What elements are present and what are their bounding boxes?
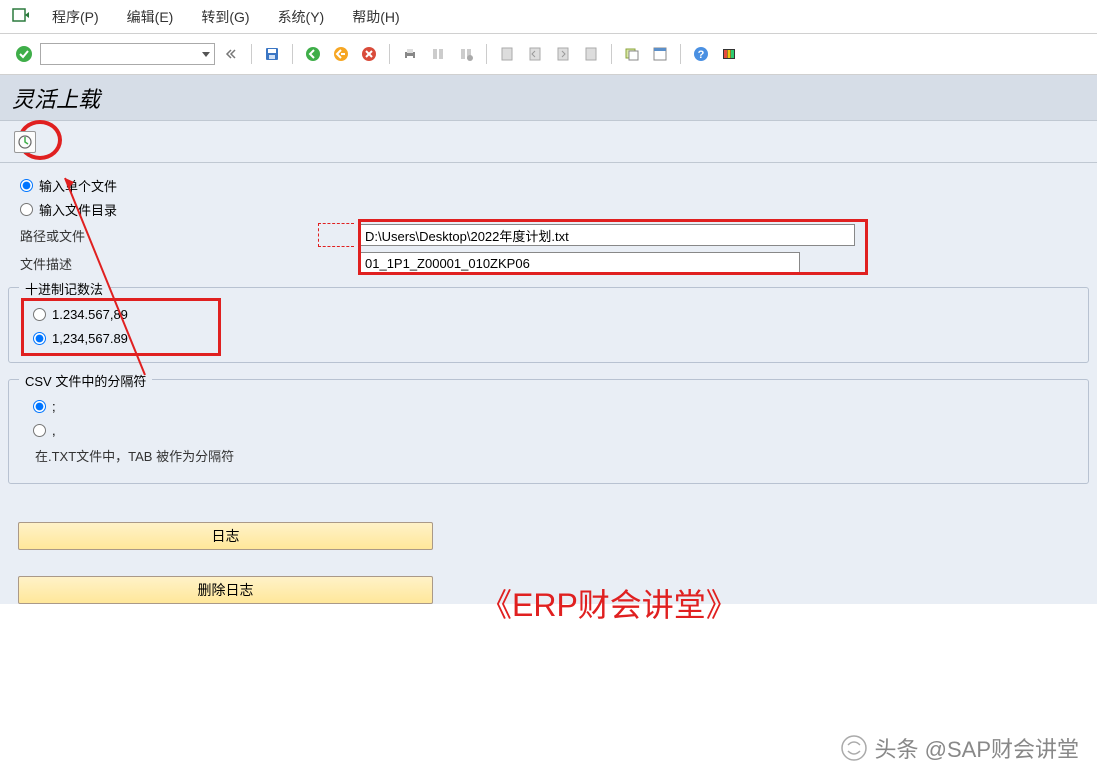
command-field[interactable] (40, 43, 215, 65)
menu-goto[interactable]: 转到(G) (187, 3, 263, 31)
first-page-icon[interactable] (495, 42, 519, 66)
radio-single-file[interactable]: 输入单个文件 (0, 173, 1097, 197)
decimal-group: 十进制记数法 1.234.567,89 1,234,567.89 (8, 287, 1089, 363)
csv-group: CSV 文件中的分隔符 ; , 在.TXT文件中，TAB 被作为分隔符 (8, 379, 1089, 484)
log-button[interactable]: 日志 (18, 522, 433, 550)
radio-directory[interactable]: 输入文件目录 (0, 197, 1097, 221)
exit-icon[interactable] (329, 42, 353, 66)
csv-opt-semicolon[interactable]: ; (23, 394, 1074, 418)
execute-button[interactable] (14, 131, 36, 153)
content-area: 灵活上载 输入单个文件 输入文件目录 路径或文件 文件描述 十 (0, 75, 1097, 604)
csv-info-text: 在.TXT文件中，TAB 被作为分隔符 (23, 442, 1074, 465)
radio-single-file-label: 输入单个文件 (39, 176, 117, 195)
radio-directory-label: 输入文件目录 (39, 200, 117, 219)
radio-single-file-input[interactable] (20, 179, 33, 192)
delete-log-button[interactable]: 删除日志 (18, 576, 433, 604)
path-label: 路径或文件 (20, 226, 360, 245)
new-session-icon[interactable] (620, 42, 644, 66)
menu-bar: 程序(P) 编辑(E) 转到(G) 系统(Y) 帮助(H) (0, 0, 1097, 34)
decimal-opt1[interactable]: 1.234.567,89 (23, 302, 1074, 326)
settings-icon[interactable] (717, 42, 741, 66)
desc-label: 文件描述 (20, 254, 360, 273)
decimal-opt2-input[interactable] (33, 332, 46, 345)
help-icon[interactable]: ? (689, 42, 713, 66)
csv-opt-semicolon-label: ; (52, 399, 56, 414)
radio-directory-input[interactable] (20, 203, 33, 216)
system-toolbar: ? (0, 34, 1097, 75)
csv-opt-semicolon-input[interactable] (33, 400, 46, 413)
next-page-icon[interactable] (551, 42, 575, 66)
menu-edit[interactable]: 编辑(E) (113, 3, 188, 31)
last-page-icon[interactable] (579, 42, 603, 66)
desc-input[interactable] (360, 252, 800, 274)
page-title: 灵活上载 (0, 75, 1097, 121)
svg-text:?: ? (698, 49, 705, 61)
source-watermark: 头条 @SAP财会讲堂 (841, 732, 1079, 764)
csv-opt-comma-input[interactable] (33, 424, 46, 437)
app-toolbar (0, 121, 1097, 163)
path-input[interactable] (360, 224, 855, 246)
save-icon[interactable] (260, 42, 284, 66)
prev-page-icon[interactable] (523, 42, 547, 66)
layout-icon[interactable] (648, 42, 672, 66)
decimal-opt2-label: 1,234,567.89 (52, 331, 128, 346)
menu-logo-icon (12, 7, 30, 26)
cancel-icon[interactable] (357, 42, 381, 66)
brand-watermark: 《ERP财会讲堂》 (480, 580, 738, 626)
csv-group-title: CSV 文件中的分隔符 (19, 371, 152, 390)
decimal-opt1-input[interactable] (33, 308, 46, 321)
find-next-icon[interactable] (454, 42, 478, 66)
watermark-icon (841, 735, 867, 761)
find-icon[interactable] (426, 42, 450, 66)
enter-icon[interactable] (12, 42, 36, 66)
print-icon[interactable] (398, 42, 422, 66)
menu-program[interactable]: 程序(P) (38, 3, 113, 31)
annotation-bracket (318, 223, 354, 247)
menu-help[interactable]: 帮助(H) (338, 3, 413, 31)
csv-opt-comma[interactable]: , (23, 418, 1074, 442)
back-icon[interactable] (301, 42, 325, 66)
chevron-left-icon[interactable] (219, 42, 243, 66)
csv-opt-comma-label: , (52, 423, 56, 438)
menu-system[interactable]: 系统(Y) (264, 3, 339, 31)
decimal-opt2[interactable]: 1,234,567.89 (23, 326, 1074, 350)
decimal-opt1-label: 1.234.567,89 (52, 307, 128, 322)
